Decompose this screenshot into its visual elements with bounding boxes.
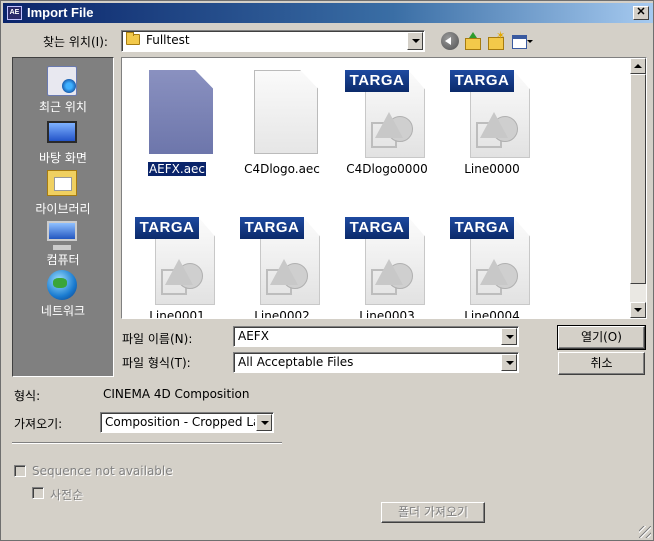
resize-grip-icon[interactable] <box>639 526 651 538</box>
format-label: 형식: <box>14 389 41 403</box>
blank-document-icon <box>254 70 318 154</box>
window-title: Import File <box>27 5 94 20</box>
sequence-checkbox[interactable] <box>14 465 26 477</box>
file-name: Line0004 <box>464 309 520 319</box>
place-libraries[interactable]: 라이브러리 <box>13 164 113 216</box>
file-list[interactable]: AEFX.aec C4Dlogo.aec TARGA C4Dlogo0000 T… <box>121 57 647 319</box>
targa-badge: TARGA <box>345 70 409 92</box>
alphabetical-checkbox[interactable] <box>32 487 44 499</box>
lookin-label: 찾는 위치(I): <box>43 35 108 49</box>
chevron-down-icon[interactable] <box>407 32 423 50</box>
triangle-glyph <box>270 259 298 285</box>
triangle-glyph <box>480 112 508 138</box>
filename-value[interactable]: AEFX <box>238 329 269 343</box>
chevron-down-icon[interactable] <box>256 414 272 431</box>
lookin-value: Fulltest <box>146 33 190 47</box>
place-desktop[interactable]: 바탕 화면 <box>13 113 113 165</box>
filename-field[interactable]: AEFX <box>233 326 519 347</box>
file-name: Line0003 <box>359 309 415 319</box>
place-network[interactable]: 네트워크 <box>13 266 113 318</box>
file-name: Line0002 <box>254 309 310 319</box>
file-item[interactable]: TARGA Line0001 <box>125 205 229 319</box>
import-as-dropdown[interactable]: Composition - Cropped La <box>100 412 274 433</box>
lookin-dropdown[interactable]: Fulltest <box>121 30 425 52</box>
filetype-label: 파일 형식(T): <box>122 356 191 370</box>
triangle-glyph <box>375 259 403 285</box>
file-item[interactable]: TARGA C4Dlogo0000 <box>335 58 439 198</box>
file-item[interactable]: C4Dlogo.aec <box>230 58 334 198</box>
file-name: AEFX.aec <box>146 161 208 177</box>
triangle-glyph <box>480 259 508 285</box>
place-label: 네트워크 <box>40 304 86 318</box>
file-name: C4Dlogo0000 <box>346 162 428 176</box>
chevron-down-icon[interactable] <box>501 328 517 345</box>
scroll-up-icon[interactable] <box>630 58 646 74</box>
filename-label: 파일 이름(N): <box>122 332 193 346</box>
format-value: CINEMA 4D Composition <box>103 387 250 401</box>
place-computer[interactable]: 컴퓨터 <box>13 215 113 267</box>
desktop-icon <box>47 121 77 143</box>
targa-badge: TARGA <box>135 217 199 239</box>
folder-icon <box>126 32 140 45</box>
file-item[interactable]: TARGA Line0002 <box>230 205 334 319</box>
scroll-thumb[interactable] <box>630 74 646 284</box>
vertical-scrollbar[interactable] <box>630 58 646 318</box>
new-folder-icon[interactable] <box>487 29 505 50</box>
places-bar: 최근 위치 바탕 화면 라이브러리 컴퓨터 네트워크 <box>12 57 114 377</box>
triangle-glyph <box>165 259 193 285</box>
import-as-value: Composition - Cropped La <box>105 415 255 429</box>
filetype-value: All Acceptable Files <box>238 355 354 369</box>
scroll-down-icon[interactable] <box>630 302 646 318</box>
place-recent[interactable]: 최근 위치 <box>13 62 113 114</box>
triangle-glyph <box>375 112 403 138</box>
network-icon <box>47 270 77 300</box>
filetype-dropdown[interactable]: All Acceptable Files <box>233 352 519 373</box>
sequence-label: Sequence not available <box>32 464 173 478</box>
file-item[interactable]: TARGA Line0000 <box>440 58 544 198</box>
aec-document-icon <box>149 70 213 154</box>
close-button[interactable]: ✕ <box>633 6 649 20</box>
file-item[interactable]: AEFX.aec <box>125 58 229 198</box>
targa-badge: TARGA <box>450 217 514 239</box>
file-name: C4Dlogo.aec <box>244 162 320 176</box>
divider <box>12 442 282 444</box>
import-as-label: 가져오기: <box>14 417 63 431</box>
title-bar[interactable]: AE Import File ✕ <box>3 3 653 23</box>
cancel-button[interactable]: 취소 <box>558 352 645 375</box>
targa-badge: TARGA <box>450 70 514 92</box>
file-name: Line0000 <box>464 162 520 176</box>
chevron-down-icon[interactable] <box>501 354 517 371</box>
up-folder-icon[interactable] <box>464 32 482 50</box>
file-item[interactable]: TARGA Line0003 <box>335 205 439 319</box>
targa-badge: TARGA <box>240 217 304 239</box>
targa-badge: TARGA <box>345 217 409 239</box>
file-item[interactable]: TARGA Line0004 <box>440 205 544 319</box>
after-effects-app-icon: AE <box>7 6 22 20</box>
back-icon[interactable] <box>441 32 459 50</box>
open-button[interactable]: 열기(O) <box>557 325 646 350</box>
recent-places-icon <box>47 66 77 96</box>
alphabetical-label: 사전순 <box>50 488 84 502</box>
libraries-icon <box>47 170 77 196</box>
import-file-dialog: AE Import File ✕ 찾는 위치(I): Fulltest 최근 위… <box>0 0 654 541</box>
view-menu-icon[interactable] <box>512 32 536 50</box>
file-name: Line0001 <box>149 309 205 319</box>
import-folder-button[interactable]: 폴더 가져오기 <box>381 502 485 523</box>
computer-icon <box>47 221 77 250</box>
